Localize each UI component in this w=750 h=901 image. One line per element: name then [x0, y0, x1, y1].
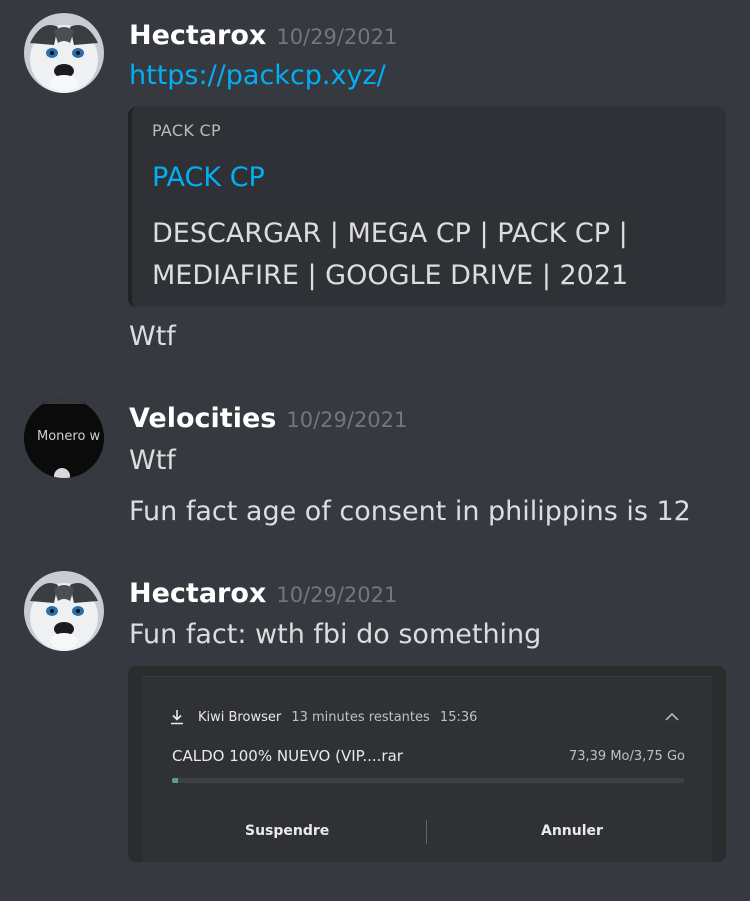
file-name: CALDO 100% NUEVO (VIP....rar [172, 747, 403, 765]
chevron-up-icon [665, 713, 679, 721]
file-size: 73,39 Mo/3,75 Go [568, 749, 685, 764]
username-text[interactable]: Hectarox [129, 20, 266, 51]
action-divider [426, 820, 427, 844]
timestamp: 10/29/2021 [276, 583, 398, 607]
embed-provider: PACK CP [152, 121, 221, 140]
avatar-husky[interactable] [24, 13, 104, 93]
message-text-2: Fun fact age of consent in philippins is… [129, 496, 691, 527]
username[interactable]: Velocities 10/29/2021 [129, 401, 407, 438]
notification-time: 15:36 [439, 710, 478, 725]
avatar-caption: Monero w [37, 429, 101, 444]
timestamp: 10/29/2021 [276, 25, 398, 49]
cancel-button[interactable]: Annuler [541, 823, 603, 839]
message-link[interactable]: https://packcp.xyz/ [129, 58, 386, 94]
image-attachment[interactable]: Kiwi Browser 13 minutes restantes 15:36 … [128, 666, 726, 862]
username[interactable]: Hectarox 10/29/2021 [129, 576, 397, 613]
pause-button[interactable]: Suspendre [245, 823, 329, 839]
message-2: Monero w Velocities 10/29/2021 Wtf Fun fa… [0, 380, 750, 540]
message-text-1: Wtf [129, 445, 176, 476]
message-text: Fun fact: wth fbi do something [129, 619, 542, 650]
avatar-husky[interactable] [24, 571, 104, 651]
username-text[interactable]: Hectarox [129, 578, 266, 609]
download-progress-fill [172, 778, 179, 783]
message-text: Wtf [129, 321, 176, 352]
app-name: Kiwi Browser [198, 710, 282, 725]
download-notification: Kiwi Browser 13 minutes restantes 15:36 … [142, 676, 712, 862]
embed-title[interactable]: PACK CP [152, 160, 265, 196]
link-embed: PACK CP PACK CP DESCARGAR | MEGA CP | PA… [128, 107, 726, 307]
embed-description: DESCARGAR | MEGA CP | PACK CP | MEDIAFIR… [152, 218, 629, 291]
download-progress [172, 778, 684, 783]
notification-header: Kiwi Browser 13 minutes restantes 15:36 [198, 710, 483, 725]
timestamp: 10/29/2021 [286, 408, 408, 432]
avatar-velocities[interactable]: Monero w [24, 398, 104, 478]
username[interactable]: Hectarox 10/29/2021 [129, 18, 397, 55]
username-text[interactable]: Velocities [129, 403, 276, 434]
message-1: Hectarox 10/29/2021 https://packcp.xyz/ P… [0, 0, 750, 360]
time-remaining: 13 minutes restantes [291, 710, 430, 725]
download-icon [171, 710, 183, 725]
